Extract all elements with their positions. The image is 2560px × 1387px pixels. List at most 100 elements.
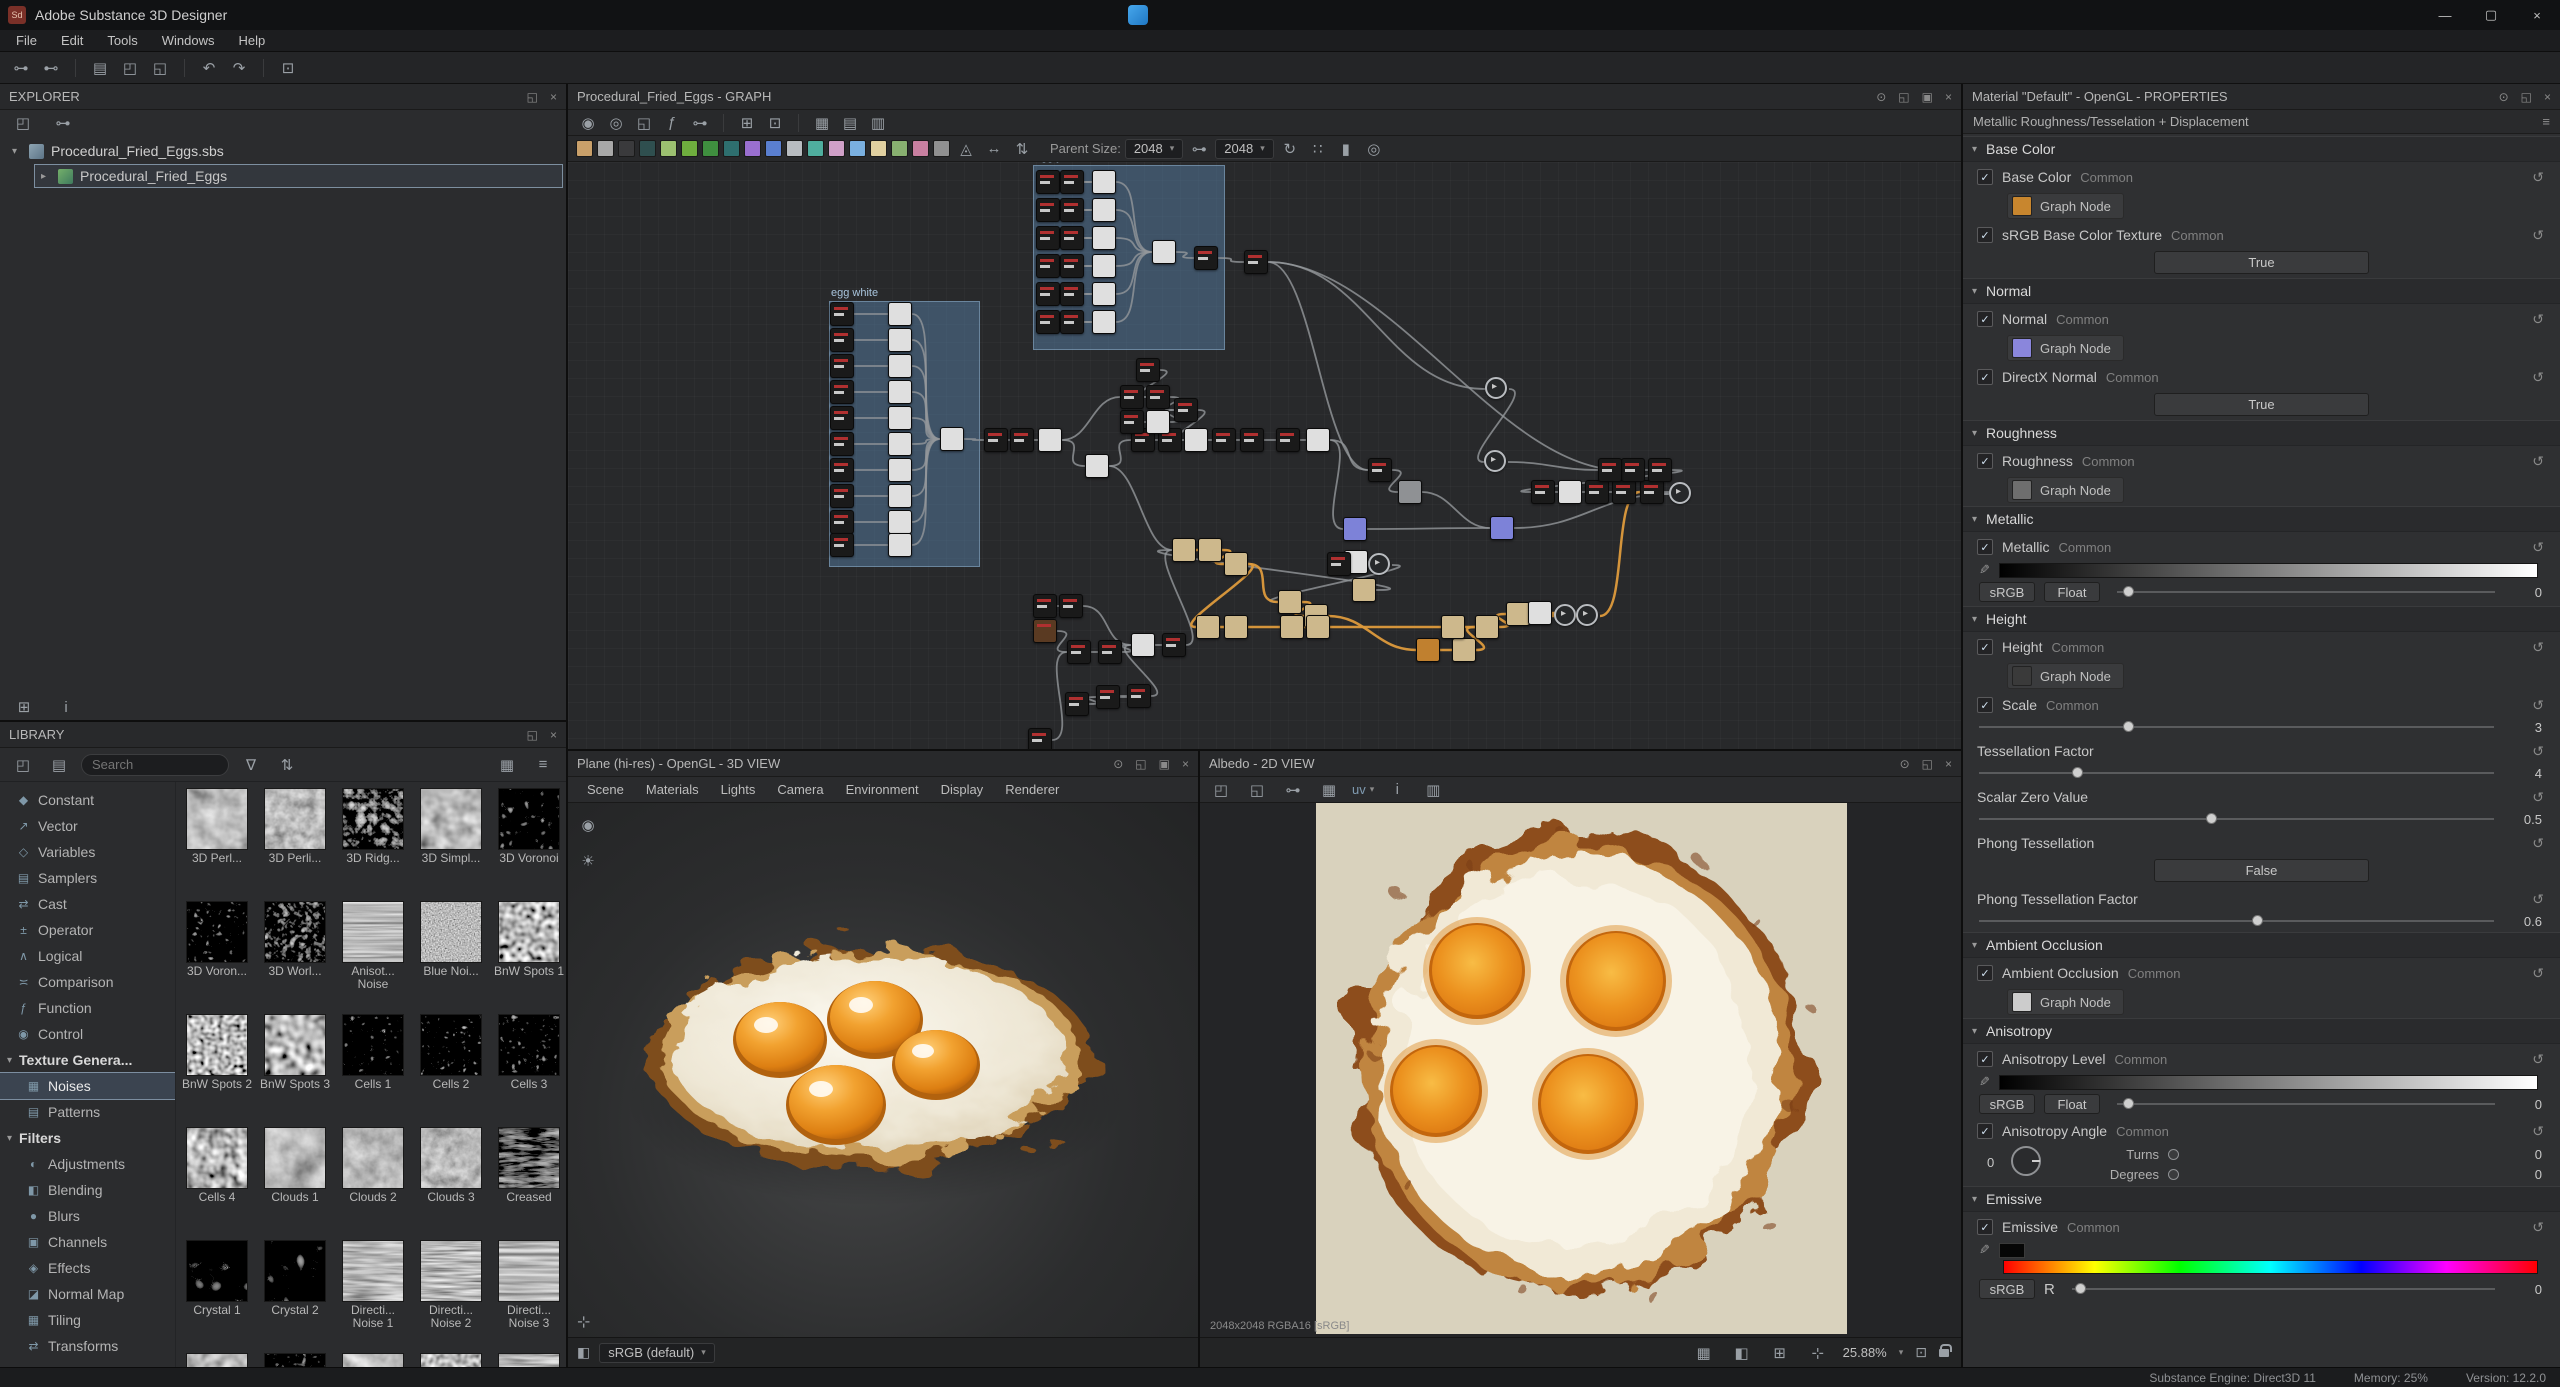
export-icon[interactable]: ◱ [632, 112, 656, 134]
graph-node[interactable] [1060, 170, 1084, 194]
graph-node[interactable] [1036, 310, 1060, 334]
view3d-menu-environment[interactable]: Environment [835, 782, 930, 797]
order-icon[interactable]: ⇅ [1010, 138, 1034, 160]
graph-node[interactable] [1120, 410, 1144, 434]
checkbox[interactable]: ✓ [1977, 539, 1993, 555]
view3d-menu-scene[interactable]: Scene [576, 782, 635, 797]
center-icon[interactable]: ⊹ [1805, 1341, 1831, 1365]
screenshot-icon[interactable]: ◎ [604, 112, 628, 134]
node-palette-icon[interactable] [660, 140, 677, 157]
checkbox[interactable]: ✓ [1977, 639, 1993, 655]
graph-node[interactable] [1398, 480, 1422, 504]
graph-node[interactable] [1059, 594, 1083, 618]
graph-node[interactable] [1368, 553, 1390, 575]
menu-help[interactable]: Help [226, 33, 277, 48]
slider-knob[interactable] [2072, 767, 2083, 778]
eyedropper-icon[interactable]: ✎ [1979, 1074, 1990, 1090]
slider-knob[interactable] [2252, 915, 2263, 926]
redo-icon[interactable]: ↷ [226, 56, 252, 80]
reset-icon[interactable]: ↺ [2532, 743, 2544, 760]
checkbox[interactable]: ✓ [1977, 697, 1993, 713]
library-category-control[interactable]: ◉Control [0, 1021, 175, 1047]
graph-node[interactable] [888, 354, 912, 378]
output-size-select[interactable]: 2048▾ [1215, 139, 1273, 159]
graph-node[interactable] [1096, 685, 1120, 709]
library-item-bnw-spots-2[interactable]: BnW Spots 2 [178, 1015, 256, 1128]
chevron-down-icon[interactable]: ▾ [12, 146, 22, 157]
dock-icon[interactable]: ▣ [1922, 90, 1933, 104]
close-icon[interactable]: × [1945, 757, 1952, 771]
library-category-cast[interactable]: ⇄Cast [0, 891, 175, 917]
graph-node[interactable] [1098, 640, 1122, 664]
add-view-icon[interactable]: ⊞ [11, 695, 37, 719]
graph-node[interactable] [830, 328, 854, 352]
graph-node[interactable] [1136, 358, 1160, 382]
graph-node[interactable] [1146, 385, 1170, 409]
graph-node[interactable] [1036, 226, 1060, 250]
align-icon[interactable]: ▥ [866, 112, 890, 134]
directx-normal-button[interactable]: True [2154, 393, 2369, 416]
library-item-3d-voronoi[interactable]: 3D Voronoi [490, 789, 566, 902]
node-palette-icon[interactable] [870, 140, 887, 157]
library-item-crystal-2[interactable]: Crystal 2 [256, 1241, 334, 1354]
graph-node[interactable] [1033, 594, 1057, 618]
library-category-comparison[interactable]: ≍Comparison [0, 969, 175, 995]
link-nodes-icon[interactable]: ⊶ [8, 56, 34, 80]
refresh-icon[interactable]: ↻ [1278, 138, 1302, 160]
graph-node[interactable] [1598, 458, 1622, 482]
graph-node[interactable] [1060, 310, 1084, 334]
library-category-blending[interactable]: ◧Blending [0, 1177, 175, 1203]
section-height[interactable]: ▾Height [1963, 606, 2560, 632]
graph-node[interactable] [830, 458, 854, 482]
graph-node[interactable] [1224, 552, 1248, 576]
graph-node[interactable] [888, 533, 912, 557]
node-palette-icon[interactable] [576, 140, 593, 157]
graph-node[interactable] [1554, 604, 1576, 626]
fit-view-icon[interactable]: ⊡ [1915, 1344, 1927, 1361]
graph-node[interactable] [1162, 633, 1186, 657]
graph-node[interactable] [1485, 377, 1507, 399]
graph-node[interactable] [1224, 615, 1248, 639]
graph-node-chip[interactable]: Graph Node [2007, 193, 2124, 219]
layout-icon[interactable]: ◰ [1208, 778, 1234, 802]
target-icon[interactable]: ◎ [1362, 138, 1386, 160]
library-category-constant[interactable]: ◆Constant [0, 787, 175, 813]
checkbox[interactable]: ✓ [1977, 369, 1993, 385]
float-icon[interactable]: ◱ [1135, 757, 1146, 771]
slider-track[interactable] [1979, 818, 2494, 820]
graph-node-chip[interactable]: Graph Node [2007, 989, 2124, 1015]
tree-item-graph-selected[interactable]: ▸ Procedural_Fried_Eggs [34, 164, 563, 188]
pin-icon[interactable]: ⊙ [1900, 757, 1910, 771]
library-category-operator[interactable]: ±Operator [0, 917, 175, 943]
reset-icon[interactable]: ↺ [2532, 1051, 2544, 1068]
slider-knob[interactable] [2206, 813, 2217, 824]
checkbox[interactable]: ✓ [1977, 169, 1993, 185]
graph-node[interactable] [1120, 385, 1144, 409]
view3d-menu-camera[interactable]: Camera [766, 782, 834, 797]
lock-icon[interactable] [1939, 1349, 1949, 1357]
library-category-tiling[interactable]: ▦Tiling [0, 1307, 175, 1333]
hue-gradient-bar[interactable] [2003, 1260, 2538, 1274]
graph-node[interactable] [1092, 282, 1116, 306]
node-palette-icon[interactable] [807, 140, 824, 157]
graph-node[interactable] [888, 328, 912, 352]
tree-item-package[interactable]: ▾ Procedural_Fried_Eggs.sbs [0, 138, 566, 164]
graph-node[interactable] [1558, 480, 1582, 504]
camera-icon[interactable]: ◉ [575, 813, 601, 837]
close-button[interactable]: × [2514, 0, 2560, 30]
graph-node[interactable] [888, 380, 912, 404]
tiling-icon[interactable]: ▦ [1316, 778, 1342, 802]
library-item-partial-27[interactable] [334, 1354, 412, 1367]
library-item-cells-2[interactable]: Cells 2 [412, 1015, 490, 1128]
reset-icon[interactable]: ↺ [2532, 1123, 2544, 1140]
graph-node[interactable] [1146, 410, 1170, 434]
link-icon[interactable]: ⊶ [1280, 778, 1306, 802]
library-item-3d-ridg[interactable]: 3D Ridg... [334, 789, 412, 902]
library-item-clouds-2[interactable]: Clouds 2 [334, 1128, 412, 1241]
pixel-grid-icon[interactable]: ⊞ [1767, 1341, 1793, 1365]
close-icon[interactable]: × [550, 90, 557, 104]
library-category-patterns[interactable]: ▤Patterns [0, 1099, 175, 1125]
library-item-3d-simpl[interactable]: 3D Simpl... [412, 789, 490, 902]
graph-node[interactable] [984, 428, 1008, 452]
library-item-cells-1[interactable]: Cells 1 [334, 1015, 412, 1128]
